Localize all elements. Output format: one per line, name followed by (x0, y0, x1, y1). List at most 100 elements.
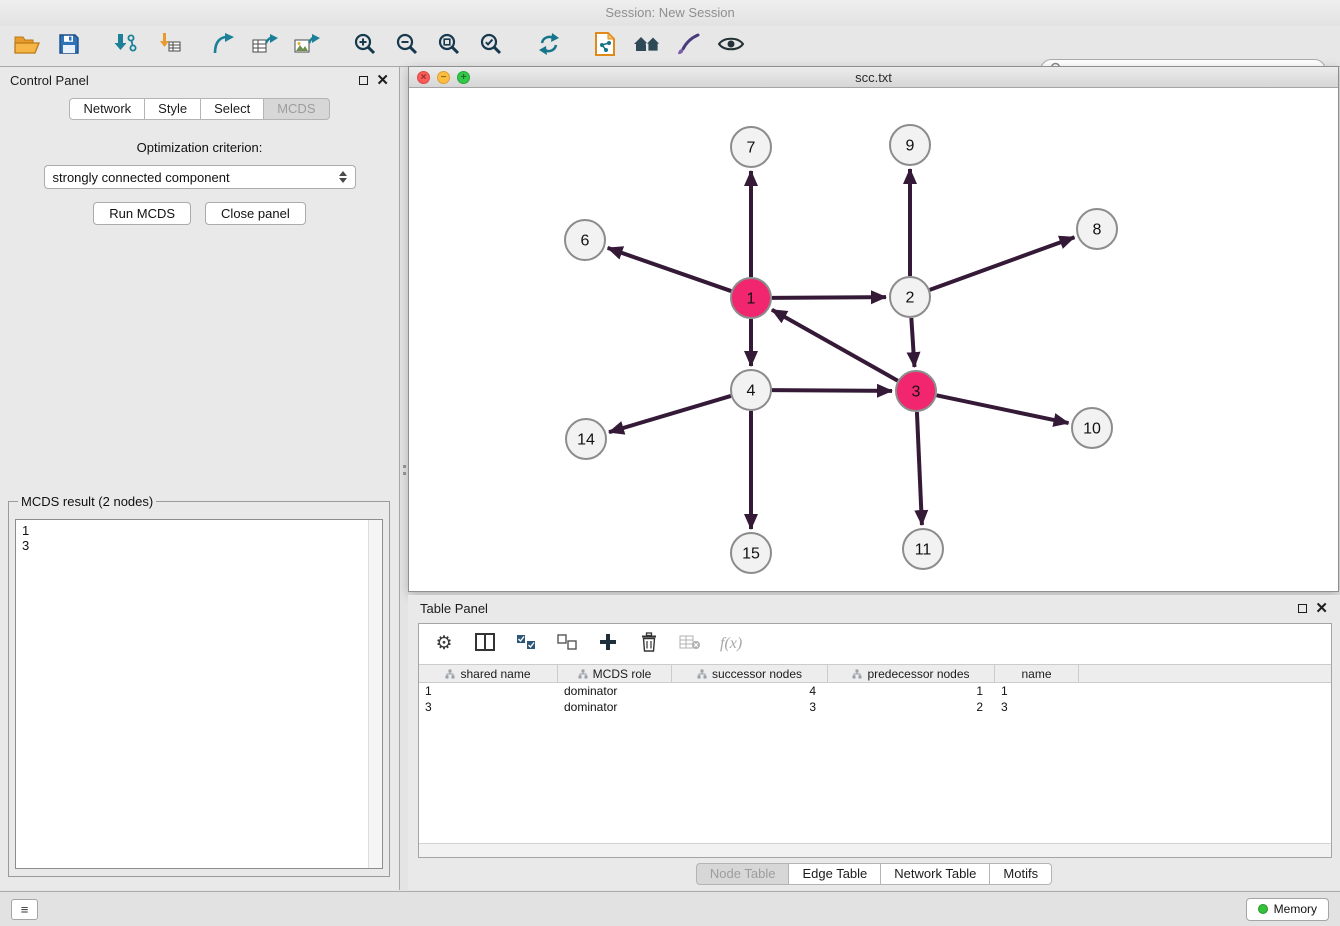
status-bar: ≡ Memory (0, 891, 1340, 926)
fx-icon: f(x) (720, 635, 742, 653)
zoom-fit-button[interactable] (432, 29, 466, 63)
cell-mcds-role[interactable]: dominator (558, 684, 672, 698)
first-neighbors-button[interactable] (630, 29, 664, 63)
save-session-button[interactable] (52, 29, 86, 63)
memory-button[interactable]: Memory (1246, 898, 1329, 921)
close-window-icon[interactable]: × (417, 71, 430, 84)
zoom-out-icon (395, 32, 419, 61)
mcds-result-item[interactable]: 3 (22, 538, 376, 553)
cell-shared-name[interactable]: 3 (419, 700, 558, 714)
node-label-9: 9 (906, 138, 915, 155)
zoom-fit-icon (437, 32, 461, 61)
tab-mcds[interactable]: MCDS (264, 98, 329, 120)
node-label-14: 14 (577, 432, 595, 449)
column-header-name[interactable]: name (995, 665, 1079, 682)
column-header-predecessor-nodes[interactable]: predecessor nodes (828, 665, 995, 682)
select-all-button[interactable] (515, 632, 537, 656)
show-columns-button[interactable] (474, 632, 496, 656)
column-header-mcds-role[interactable]: MCDS role (558, 665, 672, 682)
show-details-button[interactable] (714, 29, 748, 63)
cell-name[interactable]: 3 (995, 700, 1079, 714)
cell-successor-nodes[interactable]: 3 (672, 700, 828, 714)
tab-network-table[interactable]: Network Table (881, 863, 990, 885)
open-session-button[interactable] (10, 29, 44, 63)
zoom-window-icon[interactable]: + (457, 71, 470, 84)
tab-network[interactable]: Network (69, 98, 145, 120)
delete-table-button[interactable] (679, 632, 701, 656)
zoom-selected-button[interactable] (474, 29, 508, 63)
edge-4-14[interactable] (609, 396, 731, 432)
network-canvas[interactable]: 7968124314101511 (409, 88, 1338, 591)
import-table-icon (157, 32, 181, 61)
cell-predecessor-nodes[interactable]: 1 (828, 684, 995, 698)
cell-predecessor-nodes[interactable]: 2 (828, 700, 995, 714)
edge-2-8[interactable] (930, 237, 1075, 290)
criterion-select[interactable]: strongly connected component (44, 165, 356, 189)
tab-style[interactable]: Style (145, 98, 201, 120)
import-table-button[interactable] (152, 29, 186, 63)
run-mcds-button[interactable]: Run MCDS (93, 202, 191, 225)
cell-mcds-role[interactable]: dominator (558, 700, 672, 714)
edge-1-2[interactable] (772, 297, 886, 298)
table-horizontal-scrollbar[interactable] (419, 843, 1331, 857)
close-panel-button[interactable]: Close panel (205, 202, 306, 225)
zoom-in-button[interactable] (348, 29, 382, 63)
cell-shared-name[interactable]: 1 (419, 684, 558, 698)
mcds-result-list[interactable]: 1 3 (15, 519, 383, 869)
column-header-successor-nodes[interactable]: successor nodes (672, 665, 828, 682)
import-network-button[interactable] (108, 29, 142, 63)
list-icon: ≡ (21, 902, 29, 917)
close-panel-icon[interactable]: ✕ (376, 76, 389, 85)
panel-splitter-handle[interactable] (401, 461, 407, 483)
plus-icon (599, 633, 617, 656)
node-label-1: 1 (747, 291, 756, 308)
network-view-window: × − + scc.txt 7968124314101511 (408, 66, 1339, 592)
network-window-titlebar[interactable]: × − + scc.txt (409, 67, 1338, 88)
select-arrows-icon (339, 171, 347, 183)
node-label-7: 7 (747, 140, 756, 157)
edge-3-10[interactable] (937, 395, 1069, 423)
unselect-all-button[interactable] (556, 632, 578, 656)
mcds-result-item[interactable]: 1 (22, 523, 376, 538)
export-table-icon (252, 32, 278, 61)
table-row[interactable]: 3 dominator 3 2 3 (419, 699, 1331, 715)
node-label-11: 11 (915, 542, 932, 559)
float-panel-icon[interactable] (359, 76, 368, 85)
tab-motifs[interactable]: Motifs (990, 863, 1052, 885)
trash-icon (640, 632, 658, 657)
float-table-panel-icon[interactable] (1298, 604, 1307, 613)
table-toolbar: ⚙ (419, 624, 1331, 664)
minimize-window-icon[interactable]: − (437, 71, 450, 84)
houses-icon (633, 33, 661, 60)
cell-name[interactable]: 1 (995, 684, 1079, 698)
apply-style-button[interactable] (672, 29, 706, 63)
close-table-panel-icon[interactable]: ✕ (1315, 604, 1328, 613)
edge-4-3[interactable] (772, 390, 892, 391)
session-document-button[interactable] (588, 29, 622, 63)
tab-edge-table[interactable]: Edge Table (789, 863, 881, 885)
export-table-button[interactable] (248, 29, 282, 63)
gear-icon: ⚙ (435, 633, 452, 655)
edge-2-3[interactable] (911, 318, 914, 367)
edge-3-11[interactable] (917, 412, 922, 525)
tab-node-table[interactable]: Node Table (696, 863, 790, 885)
export-image-button[interactable] (290, 29, 324, 63)
memory-label: Memory (1274, 902, 1317, 916)
table-row[interactable]: 1 dominator 4 1 1 (419, 683, 1331, 699)
zoom-out-button[interactable] (390, 29, 424, 63)
mcds-result-group: MCDS result (2 nodes) 1 3 (8, 494, 390, 877)
delete-row-button[interactable] (638, 632, 660, 656)
edge-1-6[interactable] (608, 248, 732, 291)
export-network-button[interactable] (206, 29, 240, 63)
table-settings-button[interactable]: ⚙ (433, 632, 455, 656)
edge-3-1[interactable] (772, 310, 898, 381)
apply-layout-button[interactable] (532, 29, 566, 63)
tab-select[interactable]: Select (201, 98, 264, 120)
control-panel: Control Panel ✕ Network Style Select MCD… (0, 67, 400, 890)
cell-successor-nodes[interactable]: 4 (672, 684, 828, 698)
table-header-row: shared name MCDS role successor nodes pr… (419, 664, 1331, 683)
task-history-button[interactable]: ≡ (11, 899, 38, 920)
function-builder-button[interactable]: f(x) (720, 632, 742, 656)
add-row-button[interactable] (597, 632, 619, 656)
column-header-shared-name[interactable]: shared name (419, 665, 558, 682)
